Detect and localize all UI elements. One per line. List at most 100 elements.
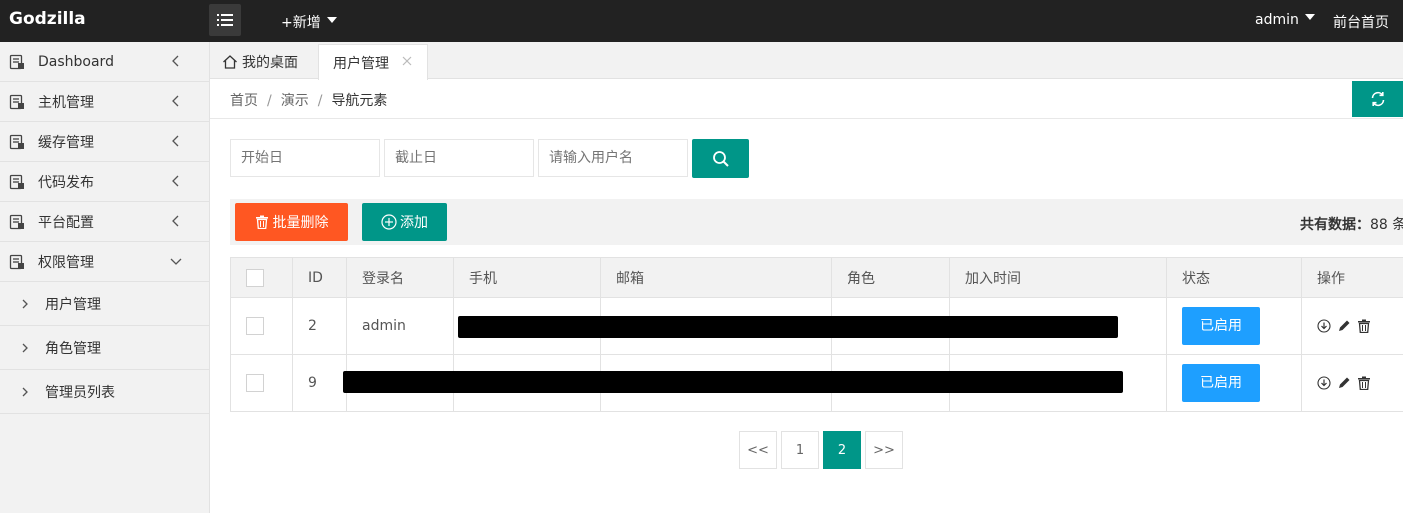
column-header: 状态 — [1166, 257, 1302, 298]
tab-bar: 我的桌面 用户管理 — [210, 42, 1403, 80]
edit-icon[interactable] — [1337, 319, 1351, 333]
sidebar-subitem-admins[interactable]: 管理员列表 — [0, 370, 209, 414]
sidebar-item-label: 平台配置 — [38, 214, 94, 231]
total-unit: 条 — [1392, 217, 1403, 233]
column-header: 操作 — [1301, 257, 1403, 298]
column-header: 手机 — [453, 257, 601, 298]
row-select-cell — [230, 354, 293, 412]
sidebar-item-label: 权限管理 — [38, 254, 94, 271]
login-cell: admin — [346, 297, 454, 355]
breadcrumb-demo[interactable]: 演示 — [281, 93, 309, 109]
add-button[interactable]: 添加 — [362, 203, 447, 241]
trash-icon — [255, 215, 268, 229]
chevron-left-icon — [172, 135, 179, 147]
menu-toggle-button[interactable] — [209, 4, 241, 36]
total-count: 88 — [1370, 217, 1388, 233]
status-enabled-button[interactable]: 已启用 — [1182, 364, 1260, 402]
column-header: 角色 — [831, 257, 950, 298]
select-all-cell — [230, 257, 293, 298]
batch-delete-button[interactable]: 批量删除 — [235, 203, 348, 241]
table-header-row: ID 登录名 手机 邮箱 角色 加入时间 状态 操作 — [230, 257, 1403, 298]
sidebar-item-deploy[interactable]: 代码发布 — [0, 162, 209, 202]
tab-user-management[interactable]: 用户管理 — [318, 44, 428, 80]
top-navbar: Godzilla +新增 admin 前台首页 — [0, 0, 1403, 42]
sidebar-subitem-users[interactable]: 用户管理 — [0, 282, 209, 326]
add-label: 添加 — [400, 215, 428, 231]
sidebar-item-label: 缓存管理 — [38, 134, 94, 151]
trash-icon[interactable] — [1357, 376, 1371, 390]
edit-icon[interactable] — [1337, 376, 1351, 390]
select-all-checkbox[interactable] — [246, 268, 264, 287]
pagination: << 1 2 >> — [739, 431, 907, 470]
redaction-bar — [458, 316, 1118, 338]
database-icon — [9, 134, 24, 150]
sidebar-item-host[interactable]: 主机管理 — [0, 82, 209, 122]
sidebar-item-permissions[interactable]: 权限管理 — [0, 242, 209, 282]
sidebar-subitem-label: 用户管理 — [45, 296, 101, 313]
prev-page-button[interactable]: << — [739, 431, 777, 469]
page-button-2-current[interactable]: 2 — [823, 431, 861, 469]
chevron-right-icon — [22, 387, 28, 397]
download-icon[interactable] — [1317, 376, 1331, 390]
download-icon[interactable] — [1317, 319, 1331, 333]
database-icon — [9, 254, 24, 270]
user-name: admin — [1255, 12, 1299, 28]
sidebar-item-label: 代码发布 — [38, 174, 94, 191]
refresh-icon — [1371, 91, 1384, 107]
page-button-1[interactable]: 1 — [781, 431, 819, 469]
status-cell: 已启用 — [1166, 297, 1302, 355]
column-header: 邮箱 — [600, 257, 832, 298]
chevron-right-icon — [22, 343, 28, 353]
breadcrumb-home[interactable]: 首页 — [230, 93, 258, 109]
sidebar-subitem-roles[interactable]: 角色管理 — [0, 326, 209, 370]
chevron-down-icon — [170, 258, 182, 265]
total-label: 共有数据： — [1300, 217, 1370, 233]
sidebar-item-config[interactable]: 平台配置 — [0, 202, 209, 242]
search-button[interactable] — [692, 139, 749, 178]
refresh-button[interactable] — [1352, 81, 1403, 117]
add-circle-icon — [381, 214, 397, 230]
column-header: ID — [292, 257, 347, 298]
batch-delete-label: 批量删除 — [272, 215, 329, 231]
chevron-left-icon — [172, 95, 179, 107]
home-icon — [223, 54, 237, 69]
sidebar-item-label: Dashboard — [38, 53, 114, 70]
breadcrumb-bar: 首页 / 演示 / 导航元素 — [210, 79, 1403, 119]
redaction-bar — [343, 371, 1123, 393]
breadcrumb: 首页 / 演示 / 导航元素 — [230, 90, 387, 110]
close-icon[interactable] — [401, 55, 413, 67]
next-page-button[interactable]: >> — [865, 431, 903, 469]
row-checkbox[interactable] — [246, 374, 264, 392]
column-header: 登录名 — [346, 257, 454, 298]
id-cell: 9 — [292, 354, 347, 412]
user-dropdown[interactable]: admin — [1255, 12, 1315, 28]
sidebar-item-dashboard[interactable]: Dashboard — [0, 42, 209, 82]
list-icon — [217, 14, 233, 26]
breadcrumb-current: 导航元素 — [331, 93, 388, 109]
table-toolbar: 批量删除 添加 共有数据：88 条 — [230, 199, 1403, 245]
frontend-home-link[interactable]: 前台首页 — [1333, 12, 1389, 32]
start-date-input[interactable] — [230, 139, 380, 177]
tab-desktop[interactable]: 我的桌面 — [222, 44, 298, 79]
database-icon — [9, 54, 24, 70]
end-date-input[interactable] — [384, 139, 534, 177]
chevron-left-icon — [172, 175, 179, 187]
new-dropdown[interactable]: +新增 — [281, 12, 337, 32]
sidebar-item-label: 主机管理 — [38, 94, 94, 111]
row-select-cell — [230, 297, 293, 355]
breadcrumb-separator: / — [267, 93, 272, 109]
search-icon — [712, 150, 729, 167]
username-search-input[interactable] — [538, 139, 688, 177]
status-enabled-button[interactable]: 已启用 — [1182, 307, 1260, 345]
sidebar-item-cache[interactable]: 缓存管理 — [0, 122, 209, 162]
database-icon — [9, 94, 24, 110]
sidebar: Dashboard 主机管理 缓存管理 代码发布 平台配置 权限管理 用户管理 … — [0, 42, 210, 513]
caret-down-icon — [1304, 14, 1315, 20]
tab-label: 我的桌面 — [242, 54, 298, 71]
database-icon — [9, 174, 24, 190]
actions-cell — [1301, 297, 1403, 355]
trash-icon[interactable] — [1357, 319, 1371, 333]
chevron-left-icon — [172, 55, 179, 67]
row-checkbox[interactable] — [246, 317, 264, 335]
column-header: 加入时间 — [949, 257, 1167, 298]
